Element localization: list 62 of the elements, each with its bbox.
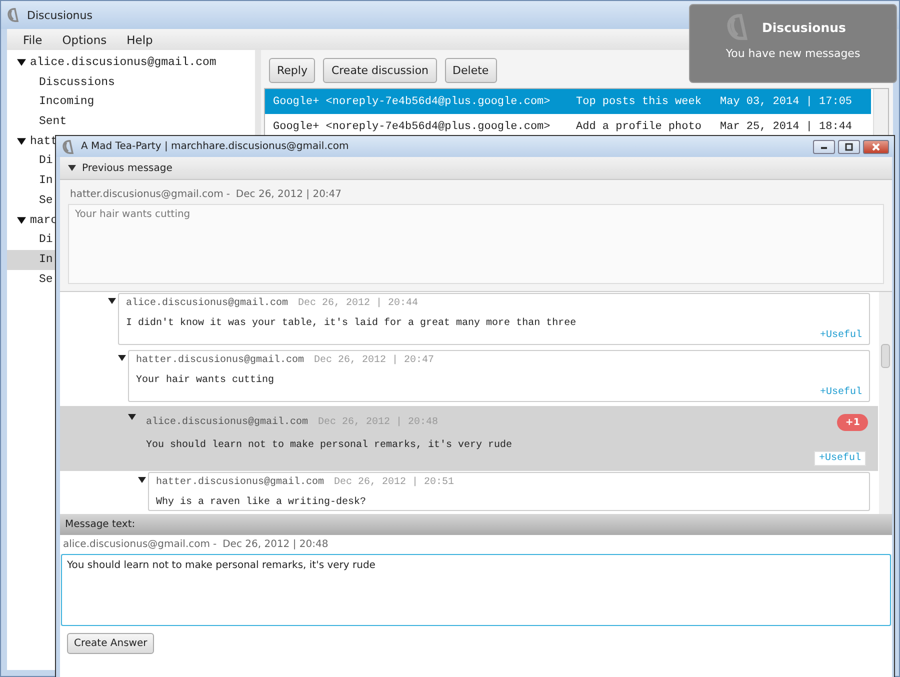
post-text: Why is a raven like a writing-desk? bbox=[156, 497, 368, 508]
thread-post[interactable]: alice.discusionus@gmail.com Dec 26, 2012 | 20:48 +1 You should learn not to make personal remarks, it's very rude +Useful bbox=[60, 406, 878, 471]
dialog-title: A Mad Tea-Party | marchhare.discusionus@gmail.com bbox=[81, 141, 350, 152]
message-author: alice.discusionus@gmail.com bbox=[63, 539, 210, 550]
message-date: May 03, 2014 | 17:05 bbox=[720, 96, 854, 108]
message-date: Dec 26, 2012 | 20:48 bbox=[222, 539, 328, 550]
logo-icon bbox=[62, 140, 76, 154]
notification-text: You have new messages bbox=[726, 47, 860, 60]
collapse-arrow-icon[interactable] bbox=[108, 297, 118, 305]
create-answer-button[interactable]: Create Answer bbox=[67, 633, 154, 654]
post-author: hatter.discusionus@gmail.com bbox=[136, 355, 304, 366]
minimize-icon[interactable] bbox=[813, 140, 835, 154]
notification-title: Discusionus bbox=[762, 20, 846, 34]
separator: - bbox=[226, 189, 230, 200]
window-title: Discusionus bbox=[27, 8, 92, 22]
previous-message-header[interactable]: Previous message bbox=[60, 157, 892, 180]
post-text: Your hair wants cutting bbox=[136, 375, 276, 386]
message-subject: Top posts this week bbox=[576, 96, 702, 108]
folder-item[interactable]: Incoming bbox=[7, 92, 255, 112]
toolbar-button[interactable]: Create discussion bbox=[323, 58, 437, 83]
menu-item[interactable]: Help bbox=[124, 30, 155, 48]
message-row[interactable]: Google+ <noreply-7e4b56d4@plus.google.com> Add a profile photo Mar 25, 2014 | 18:44 bbox=[265, 114, 871, 139]
message-author: hatter.discusionus@gmail.com bbox=[70, 189, 224, 200]
account-item[interactable]: alice.discusionus@gmail.com bbox=[30, 56, 216, 70]
logo-icon bbox=[7, 8, 21, 22]
close-icon[interactable] bbox=[863, 140, 889, 154]
post-date: Dec 26, 2012 | 20:48 bbox=[318, 417, 440, 428]
message-sender: Google+ <noreply-7e4b56d4@plus.google.com> bbox=[273, 96, 552, 108]
message-date: Mar 25, 2014 | 18:44 bbox=[720, 120, 854, 132]
post-author: alice.discusionus@gmail.com bbox=[126, 298, 288, 309]
menu-item[interactable]: File bbox=[21, 30, 44, 48]
expand-arrow-icon[interactable] bbox=[17, 58, 26, 68]
section-title: Message text: bbox=[60, 514, 892, 535]
post-text: You should learn not to make personal remarks, it's very rude bbox=[146, 440, 514, 451]
separator: - bbox=[213, 539, 217, 550]
post-author: alice.discusionus@gmail.com bbox=[146, 417, 308, 428]
collapse-arrow-icon[interactable] bbox=[118, 354, 128, 362]
maximize-icon[interactable] bbox=[838, 140, 860, 154]
post-date: Dec 26, 2012 | 20:47 bbox=[314, 355, 436, 366]
toolbar-button[interactable]: Reply bbox=[269, 58, 316, 83]
folder-item[interactable]: Sent bbox=[7, 112, 255, 132]
post-date: Dec 26, 2012 | 20:51 bbox=[334, 477, 456, 488]
post-date: Dec 26, 2012 | 20:44 bbox=[298, 298, 420, 309]
message-date: Dec 26, 2012 | 20:47 bbox=[236, 189, 342, 200]
post-text: I didn't know it was your table, it's laid for a great many more than three bbox=[126, 318, 578, 329]
message-input[interactable]: You should learn not to make personal remarks, it's very rude bbox=[61, 554, 891, 626]
message-subject: Add a profile photo bbox=[576, 120, 702, 132]
previous-message-text: Your hair wants cutting bbox=[68, 204, 884, 284]
collapse-arrow-icon[interactable] bbox=[138, 476, 148, 484]
toolbar-button[interactable]: Delete bbox=[444, 58, 497, 83]
collapse-arrow-icon[interactable] bbox=[128, 413, 138, 421]
account-item[interactable]: hatt bbox=[30, 135, 58, 148]
vote-count: +1 bbox=[837, 414, 868, 431]
folder-item[interactable]: Discussions bbox=[7, 72, 255, 92]
expand-arrow-icon[interactable] bbox=[17, 137, 26, 146]
expand-arrow-icon[interactable] bbox=[17, 216, 26, 225]
section-title: Previous message bbox=[82, 162, 172, 174]
message-sender: Google+ <noreply-7e4b56d4@plus.google.com> bbox=[273, 120, 552, 132]
menu-item[interactable]: Options bbox=[60, 30, 109, 48]
post-author: hatter.discusionus@gmail.com bbox=[156, 477, 324, 488]
collapse-arrow-icon[interactable] bbox=[68, 164, 76, 172]
scrollbar[interactable] bbox=[879, 292, 892, 514]
